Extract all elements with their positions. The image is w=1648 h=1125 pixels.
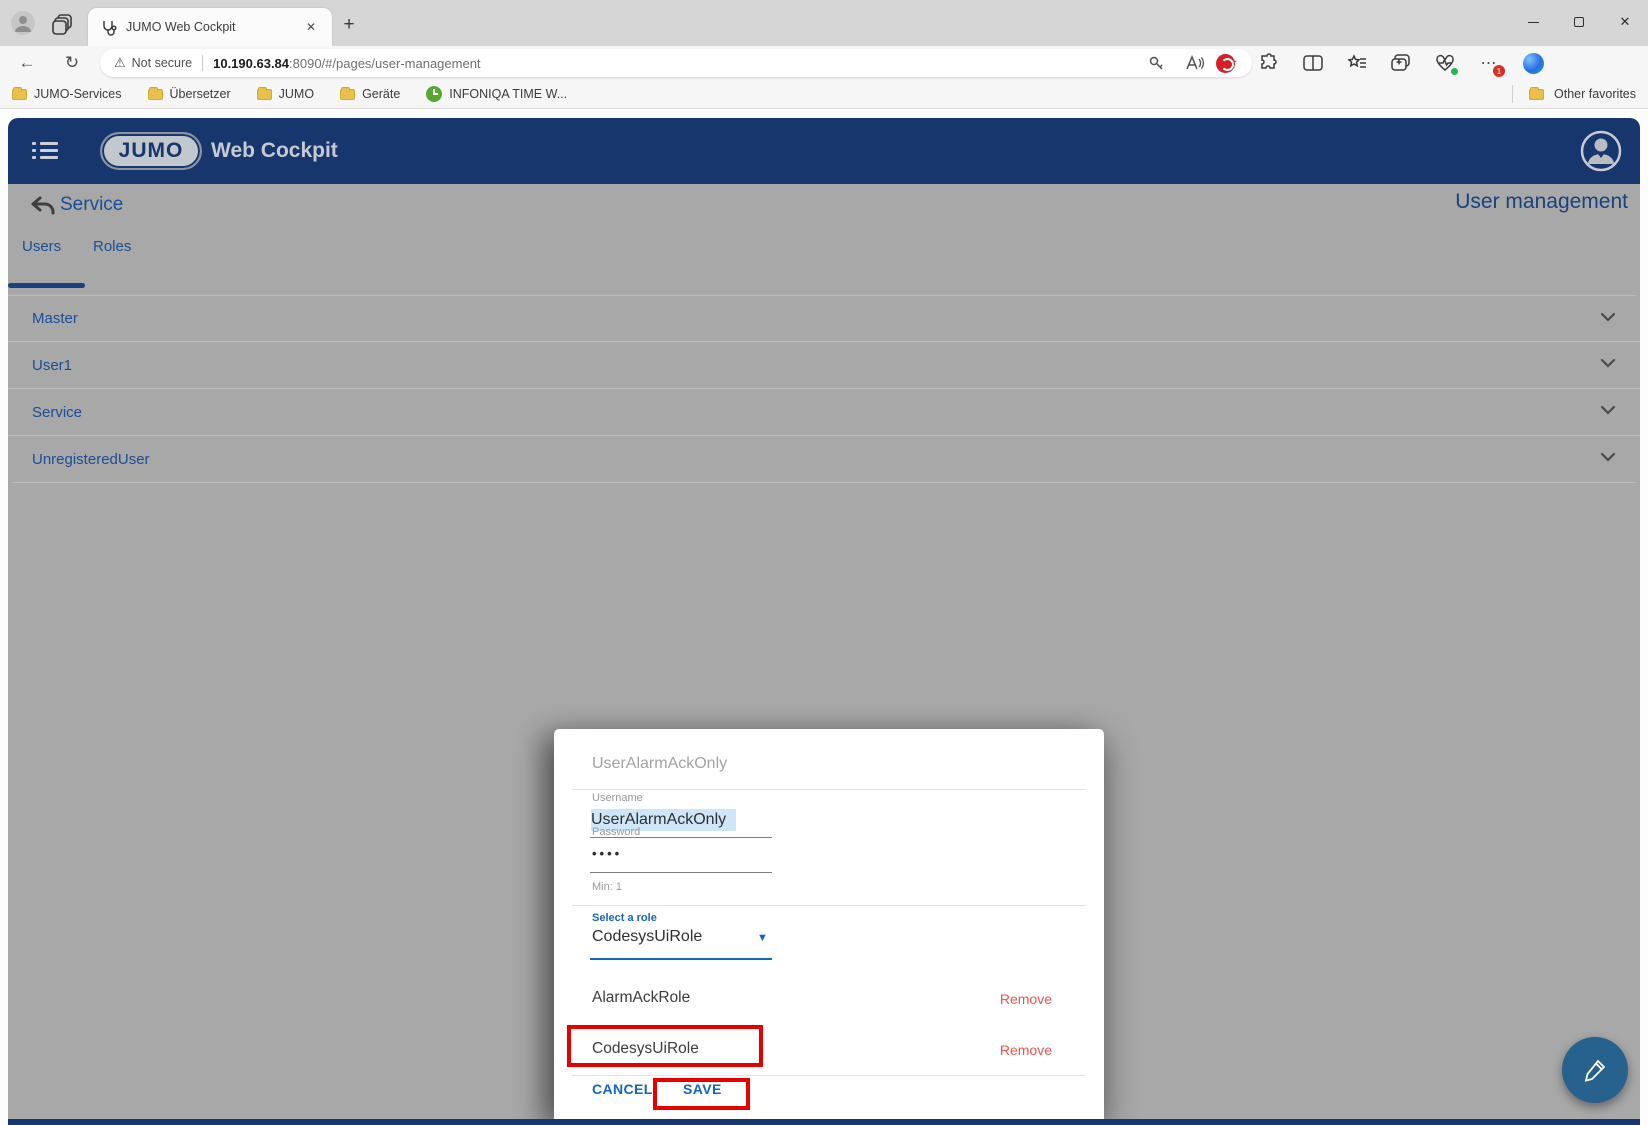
copilot-icon[interactable] — [1522, 52, 1544, 74]
user-avatar-icon[interactable] — [1580, 130, 1622, 172]
settings-more-icon[interactable]: ⋯1 — [1478, 52, 1500, 74]
tab-roles[interactable]: Roles — [93, 238, 131, 255]
folder-icon — [1529, 89, 1544, 100]
password-hint: Min: 1 — [592, 881, 622, 893]
new-tab-button[interactable]: + — [336, 12, 362, 38]
other-favorites[interactable]: Other favorites — [1512, 85, 1636, 103]
bookmarks-divider — [1512, 85, 1513, 103]
bookmark-item[interactable]: Übersetzer — [148, 87, 231, 101]
select-caret-icon[interactable]: ▼ — [757, 932, 768, 944]
chevron-down-icon[interactable] — [1600, 358, 1616, 368]
tab-close-icon[interactable]: ✕ — [302, 18, 320, 36]
remove-role-link[interactable]: Remove — [1000, 1042, 1052, 1058]
address-bar[interactable]: ⚠ Not secure 10.190.63.84 :8090/#/pages/… — [100, 49, 1252, 77]
adblock-extension-icon[interactable] — [1214, 52, 1236, 74]
divider — [572, 789, 1086, 790]
toolbar-extensions-area: ⋯1 — [1214, 46, 1544, 80]
tab-capture-icon[interactable] — [1390, 52, 1412, 74]
folder-icon — [12, 89, 27, 100]
user-row[interactable]: Master — [8, 295, 1640, 342]
page-title: User management — [1455, 190, 1628, 214]
chevron-down-icon[interactable] — [1600, 405, 1616, 415]
browser-window: JUMO Web Cockpit ✕ + ✕ ← ↻ ⚠ Not secure … — [0, 0, 1648, 1125]
password-key-icon[interactable] — [1147, 54, 1165, 72]
user-list: Master User1 Service UnregisteredUser — [8, 295, 1640, 483]
profile-icon[interactable] — [10, 10, 36, 36]
cancel-button[interactable]: CANCEL — [592, 1081, 653, 1097]
folder-icon — [340, 89, 355, 100]
role-select[interactable]: CodesysUiRole — [592, 928, 702, 946]
url-host: 10.190.63.84 — [213, 56, 289, 71]
bottom-app-edge — [8, 1119, 1640, 1125]
user-row[interactable]: Service — [8, 389, 1640, 436]
menu-list-icon[interactable] — [32, 141, 58, 161]
role-select-underline — [590, 958, 772, 960]
jumo-logo: JUMO — [100, 132, 202, 170]
assigned-role-name: AlarmAckRole — [592, 989, 690, 1007]
back-arrow-icon[interactable] — [30, 195, 56, 217]
divider — [572, 1075, 1086, 1076]
divider — [572, 905, 1086, 906]
dialog-title: UserAlarmAckOnly — [592, 755, 727, 773]
url-divider — [202, 55, 203, 71]
role-select-label: Select a role — [592, 912, 657, 924]
password-underline — [590, 872, 772, 873]
bookmarks-bar: JUMO-Services Übersetzer JUMO Geräte INF… — [0, 80, 1648, 109]
password-input[interactable]: •••• — [592, 846, 622, 861]
maximize-icon — [1574, 17, 1584, 27]
product-title: Web Cockpit — [211, 139, 338, 163]
minimize-button[interactable] — [1510, 0, 1556, 44]
annotation-box-save — [653, 1078, 750, 1110]
app-header: JUMO Web Cockpit — [8, 118, 1640, 184]
close-button[interactable]: ✕ — [1602, 0, 1648, 44]
active-tab-indicator — [8, 283, 85, 288]
read-aloud-icon[interactable] — [1185, 55, 1204, 71]
warning-icon: ⚠ — [114, 55, 126, 71]
tab-users[interactable]: Users — [22, 238, 61, 255]
username-label: Username — [592, 792, 643, 804]
refresh-icon[interactable]: ↻ — [55, 46, 89, 80]
bookmark-item[interactable]: JUMO-Services — [12, 87, 122, 101]
nav-back-label[interactable]: Service — [60, 194, 123, 216]
folder-icon — [257, 89, 272, 100]
chevron-down-icon[interactable] — [1600, 452, 1616, 462]
tab-title: JUMO Web Cockpit — [126, 20, 293, 34]
folder-icon — [148, 89, 163, 100]
notification-badge: 1 — [1493, 65, 1505, 77]
user-row[interactable]: User1 — [8, 342, 1640, 389]
clock-icon — [426, 86, 442, 102]
address-toolbar: ← ↻ ⚠ Not secure 10.190.63.84 :8090/#/pa… — [0, 46, 1648, 80]
edit-user-dialog: UserAlarmAckOnly Username UserAlarmAckOn… — [554, 729, 1104, 1119]
bookmark-item[interactable]: JUMO — [257, 87, 314, 101]
essentials-status-dot — [1450, 67, 1459, 76]
bookmark-item[interactable]: INFONIQA TIME W... — [426, 86, 567, 102]
tab-favicon — [100, 19, 117, 36]
annotation-box-codesysuirole — [567, 1025, 763, 1067]
collections-icon[interactable] — [1346, 52, 1368, 74]
workspaces-icon[interactable] — [52, 13, 74, 35]
pencil-icon — [1582, 1057, 1608, 1083]
url-path: :8090/#/pages/user-management — [289, 56, 481, 71]
split-screen-icon[interactable] — [1302, 52, 1324, 74]
tab-strip: JUMO Web Cockpit ✕ + ✕ — [0, 0, 1648, 46]
back-nav-icon[interactable]: ← — [10, 46, 44, 80]
edit-fab-button[interactable] — [1562, 1037, 1628, 1103]
bookmark-item[interactable]: Geräte — [340, 87, 400, 101]
maximize-button[interactable] — [1556, 0, 1602, 44]
chevron-down-icon[interactable] — [1600, 312, 1616, 322]
minimize-icon — [1528, 22, 1539, 23]
extensions-puzzle-icon[interactable] — [1258, 52, 1280, 74]
browser-tab-active[interactable]: JUMO Web Cockpit ✕ — [88, 8, 332, 46]
remove-role-link[interactable]: Remove — [1000, 991, 1052, 1007]
not-secure-label[interactable]: Not secure — [132, 56, 192, 70]
user-row[interactable]: UnregisteredUser — [8, 436, 1640, 483]
username-underline — [590, 837, 772, 838]
browser-essentials-icon[interactable] — [1434, 52, 1456, 74]
